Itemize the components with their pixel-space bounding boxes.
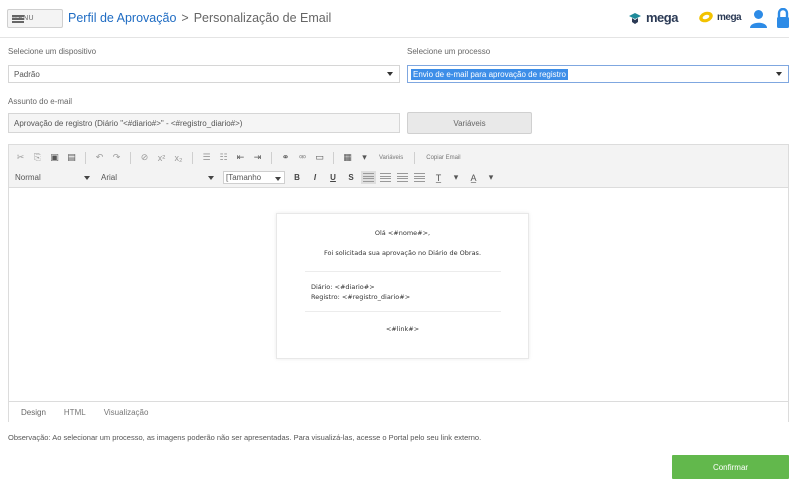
email-editor: ✂ ⎘ ▣ ▤ ↶ ↷ ⊘ x² x₂ ☰ ☷ ⇤ ⇥ ⚭ ⚮ ▭ ▦ ▾ Va… (8, 144, 789, 422)
align-right-icon[interactable] (397, 173, 408, 182)
tab-visualizacao[interactable]: Visualização (104, 408, 149, 417)
user-icon[interactable] (750, 9, 767, 31)
toolbar-row-actions: ✂ ⎘ ▣ ▤ ↶ ↷ ⊘ x² x₂ ☰ ☷ ⇤ ⇥ ⚭ ⚮ ▭ ▦ ▾ Va… (13, 151, 466, 164)
redo-icon[interactable]: ↷ (109, 151, 124, 164)
brand-ring-icon (699, 11, 713, 23)
align-center-icon[interactable] (380, 173, 391, 182)
device-select[interactable]: Padrão (8, 65, 400, 83)
bold-button[interactable]: B (291, 173, 303, 182)
subject-label: Assunto do e-mail (8, 97, 73, 106)
chevron-down-icon (275, 177, 281, 181)
mega-logo-icon (629, 12, 641, 24)
email-divider (305, 311, 501, 312)
email-registro-line: Registro: <#registro_diario#> (311, 293, 411, 301)
chevron-down-icon (84, 176, 90, 180)
background-color-dropdown-icon[interactable]: ▾ (452, 171, 460, 184)
superscript-icon[interactable]: x² (154, 151, 169, 164)
toolbar-copy-email-link[interactable]: Copiar Email (426, 155, 460, 161)
email-diario-line: Diário: <#diario#> (311, 283, 375, 291)
process-select[interactable]: Envio de e-mail para aprovação de regist… (407, 65, 789, 83)
size-select-value: [Tamanho (226, 173, 262, 182)
table-dropdown-icon[interactable]: ▾ (357, 151, 372, 164)
observation-note: Observação: Ao selecionar um processo, a… (8, 433, 482, 442)
chevron-down-icon (208, 176, 214, 180)
font-color-dropdown-icon[interactable]: ▾ (487, 171, 495, 184)
toolbar-divider (333, 151, 334, 164)
mega-logo: mega (627, 10, 678, 25)
strike-button[interactable]: S (345, 173, 357, 182)
process-select-value: Envio de e-mail para aprovação de regist… (411, 68, 568, 80)
breadcrumb: Perfil de Aprovação > Personalização de … (68, 11, 331, 25)
email-link-line: <#link#> (385, 325, 420, 333)
link-icon[interactable]: ⚭ (278, 151, 293, 164)
toolbar-divider (130, 151, 131, 164)
toolbar-variables-link[interactable]: Variáveis (379, 155, 403, 161)
background-color-icon[interactable]: T̲ (431, 171, 446, 184)
subject-input-value: Aprovação de registro (Diário "<#diario#… (14, 118, 243, 128)
paste-icon[interactable]: ▣ (47, 151, 62, 164)
remove-format-icon[interactable]: ⊘ (137, 151, 152, 164)
style-select-value: Normal (15, 173, 41, 182)
toolbar-divider (271, 151, 272, 164)
tab-html[interactable]: HTML (64, 408, 86, 417)
menu-button[interactable]: MENU (7, 9, 63, 28)
tab-design[interactable]: Design (21, 408, 46, 417)
subject-input[interactable]: Aprovação de registro (Diário "<#diario#… (8, 113, 400, 133)
menu-label: MENU (12, 15, 34, 22)
chevron-down-icon (387, 72, 393, 76)
editor-toolbar: ✂ ⎘ ▣ ▤ ↶ ↷ ⊘ x² x₂ ☰ ☷ ⇤ ⇥ ⚭ ⚮ ▭ ▦ ▾ Va… (9, 145, 788, 188)
numbered-list-icon[interactable]: ☷ (216, 151, 231, 164)
page-title: Personalização de Email (193, 11, 332, 25)
toolbar-divider (85, 151, 86, 164)
font-select-value: Arial (101, 173, 118, 182)
editor-tabs: Design HTML Visualização (9, 401, 788, 422)
editor-canvas[interactable]: Olá <#nome#>, Foi solicitada sua aprovaç… (9, 189, 788, 401)
mega-secondary-logo: mega (698, 10, 742, 24)
brand-name: mega (646, 10, 678, 25)
subscript-icon[interactable]: x₂ (171, 151, 186, 164)
device-label: Selecione um dispositivo (8, 47, 97, 56)
font-color-icon[interactable]: A̲ (466, 171, 481, 184)
confirm-button[interactable]: Confirmar (672, 455, 789, 479)
indent-icon[interactable]: ⇥ (250, 151, 265, 164)
top-bar: MENU Perfil de Aprovação > Personalizaçã… (0, 0, 789, 38)
outdent-icon[interactable]: ⇤ (233, 151, 248, 164)
underline-button[interactable]: U (327, 173, 339, 182)
bulleted-list-icon[interactable]: ☰ (199, 151, 214, 164)
paste-text-icon[interactable]: ▤ (64, 151, 79, 164)
process-label: Selecione um processo (407, 47, 491, 56)
email-preview-card: Olá <#nome#>, Foi solicitada sua aprovaç… (276, 213, 529, 359)
breadcrumb-separator: > (181, 11, 189, 25)
table-icon[interactable]: ▦ (340, 151, 355, 164)
email-divider (305, 271, 501, 272)
undo-icon[interactable]: ↶ (92, 151, 107, 164)
font-select[interactable]: Arial (99, 171, 217, 184)
email-message: Foi solicitada sua aprovação no Diário d… (323, 249, 482, 257)
variables-button[interactable]: Variáveis (407, 112, 532, 134)
lock-icon[interactable] (776, 7, 789, 31)
align-justify-icon[interactable] (414, 173, 425, 182)
unlink-icon[interactable]: ⚮ (295, 151, 310, 164)
toolbar-divider (414, 151, 416, 164)
toolbar-row-format: Normal Arial [Tamanho B I U S T̲ ▾ A̲ ▾ (13, 171, 495, 184)
align-left-icon[interactable] (361, 171, 376, 184)
email-greeting: Olá <#nome#>, (374, 229, 431, 237)
toolbar-divider (192, 151, 193, 164)
size-select[interactable]: [Tamanho (223, 171, 285, 184)
italic-button[interactable]: I (309, 173, 321, 182)
breadcrumb-link-perfil[interactable]: Perfil de Aprovação (68, 11, 176, 25)
copy-icon[interactable]: ⎘ (30, 151, 45, 164)
device-select-value: Padrão (14, 69, 40, 79)
chevron-down-icon (776, 72, 782, 76)
image-icon[interactable]: ▭ (312, 151, 327, 164)
style-select[interactable]: Normal (13, 171, 93, 184)
brand-secondary-name: mega (717, 11, 742, 23)
cut-icon[interactable]: ✂ (13, 151, 28, 164)
